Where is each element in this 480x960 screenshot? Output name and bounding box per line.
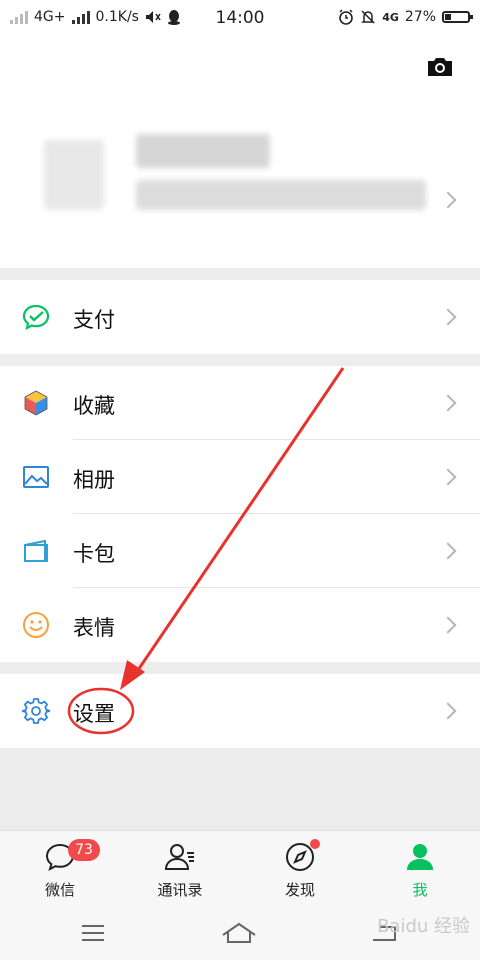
nickname-blurred bbox=[136, 134, 270, 168]
chevron-right-icon bbox=[439, 468, 457, 486]
battery-icon bbox=[442, 11, 473, 23]
menu-item-album[interactable]: 相册 bbox=[0, 440, 480, 514]
chevron-right-icon bbox=[439, 191, 457, 209]
menu-item-stickers[interactable]: 表情 bbox=[0, 588, 480, 662]
album-picture-icon bbox=[23, 466, 49, 488]
network-type-2: 4G bbox=[382, 10, 399, 24]
chevron-right-icon bbox=[439, 542, 457, 560]
battery-fill bbox=[445, 14, 451, 20]
menu-group-main: 收藏 相册 卡包 表情 bbox=[0, 366, 480, 662]
menu-item-cards[interactable]: 卡包 bbox=[0, 514, 480, 588]
profile-header[interactable] bbox=[0, 36, 480, 268]
chevron-right-icon bbox=[439, 616, 457, 634]
tab-label-discover: 发现 bbox=[284, 881, 315, 899]
tab-me[interactable]: 我 bbox=[360, 831, 480, 909]
new-dot-badge bbox=[310, 839, 320, 849]
menu-label-album: 相册 bbox=[73, 468, 115, 492]
alarm-icon bbox=[339, 9, 353, 25]
chevron-right-icon bbox=[439, 308, 457, 326]
menu-lines-icon[interactable] bbox=[73, 918, 113, 948]
menu-item-payment[interactable]: 支付 bbox=[0, 280, 480, 354]
smiley-icon bbox=[23, 612, 49, 638]
tab-label-chats: 微信 bbox=[44, 881, 75, 899]
menu-label-stickers: 表情 bbox=[73, 616, 115, 640]
chevron-right-icon bbox=[439, 394, 457, 412]
contacts-icon bbox=[164, 844, 194, 870]
chevron-right-icon bbox=[439, 702, 457, 720]
menu-group-payment: 支付 bbox=[0, 280, 480, 354]
wechat-id-blurred bbox=[136, 180, 426, 210]
status-bar: 4G+ 0.1K/s 14:00 4G 27% bbox=[0, 0, 480, 36]
tab-chats[interactable]: 73 微信 bbox=[0, 831, 120, 909]
camera-icon[interactable] bbox=[426, 56, 454, 78]
silent-bell-icon bbox=[361, 10, 375, 24]
battery-percent: 27% bbox=[404, 9, 436, 25]
tab-discover[interactable]: 发现 bbox=[240, 831, 360, 909]
bottom-tab-bar: 73 微信 通讯录 发现 我 bbox=[0, 830, 480, 909]
person-icon bbox=[407, 844, 433, 870]
menu-group-settings: 设置 bbox=[0, 674, 480, 748]
menu-label-settings: 设置 bbox=[73, 702, 115, 726]
menu-item-favorites[interactable]: 收藏 bbox=[0, 366, 480, 440]
tab-label-contacts: 通讯录 bbox=[157, 881, 203, 899]
payment-icon bbox=[22, 304, 50, 331]
menu-label-cards: 卡包 bbox=[73, 542, 115, 566]
menu-label-payment: 支付 bbox=[73, 308, 115, 332]
tab-contacts[interactable]: 通讯录 bbox=[120, 831, 240, 909]
card-wallet-icon bbox=[24, 539, 48, 562]
menu-label-favorites: 收藏 bbox=[73, 394, 115, 418]
avatar[interactable] bbox=[44, 140, 104, 210]
gear-icon bbox=[22, 698, 50, 724]
home-icon[interactable] bbox=[219, 918, 259, 948]
baidu-watermark: Baidu 经验 bbox=[377, 916, 470, 937]
tab-label-me: 我 bbox=[412, 881, 428, 899]
status-right: 4G 27% bbox=[338, 9, 473, 25]
unread-badge: 73 bbox=[68, 839, 100, 861]
favorites-cube-icon bbox=[24, 390, 48, 416]
menu-item-settings[interactable]: 设置 bbox=[0, 674, 480, 748]
